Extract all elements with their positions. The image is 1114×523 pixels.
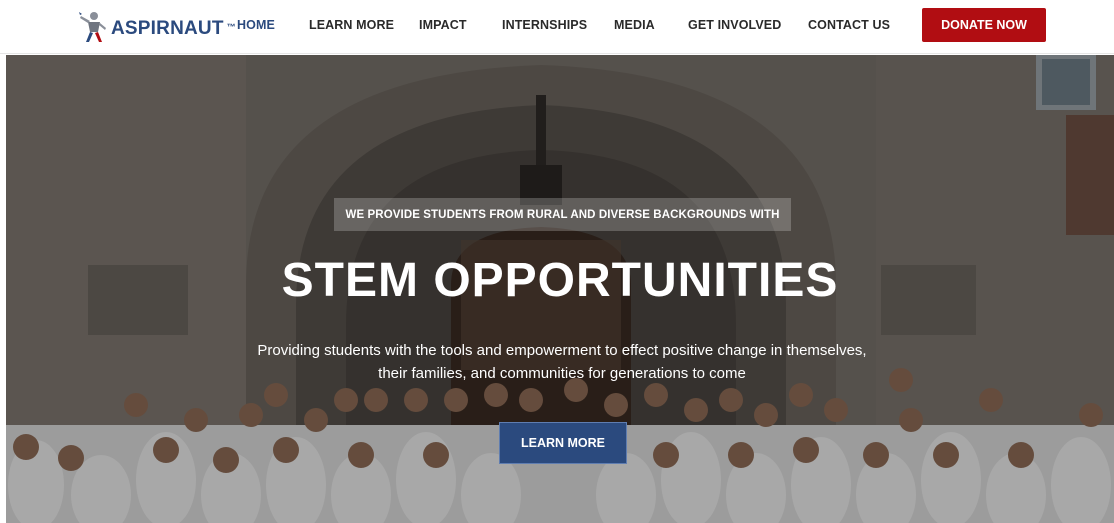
nav-home[interactable]: HOME bbox=[237, 18, 275, 32]
nav-media[interactable]: MEDIA bbox=[614, 18, 655, 32]
nav-get-involved[interactable]: GET INVOLVED bbox=[688, 18, 781, 32]
astronaut-logo-icon bbox=[79, 12, 106, 42]
brand-logo[interactable]: ASPIRNAUT ™ bbox=[78, 10, 236, 44]
hero-subline: Providing students with the tools and em… bbox=[257, 342, 867, 382]
brand-name: ASPIRNAUT bbox=[111, 18, 224, 39]
hero-eyebrow: WE PROVIDE STUDENTS FROM RURAL AND DIVER… bbox=[334, 198, 791, 231]
nav-contact-us[interactable]: CONTACT US bbox=[808, 18, 890, 32]
learn-more-button[interactable]: LEARN MORE bbox=[499, 422, 627, 464]
nav-impact[interactable]: IMPACT bbox=[419, 18, 467, 32]
nav-learn-more[interactable]: LEARN MORE bbox=[309, 18, 394, 32]
hero-headline: STEM OPPORTUNITIES bbox=[281, 254, 839, 307]
donate-now-button[interactable]: DONATE NOW bbox=[922, 8, 1046, 42]
brand-trademark: ™ bbox=[226, 22, 236, 32]
top-navigation: ASPIRNAUT ™ HOME LEARN MORE IMPACT INTERN… bbox=[0, 0, 1114, 54]
hero-section: WE PROVIDE STUDENTS FROM RURAL AND DIVER… bbox=[6, 55, 1114, 523]
nav-internships[interactable]: INTERNSHIPS bbox=[502, 18, 587, 32]
